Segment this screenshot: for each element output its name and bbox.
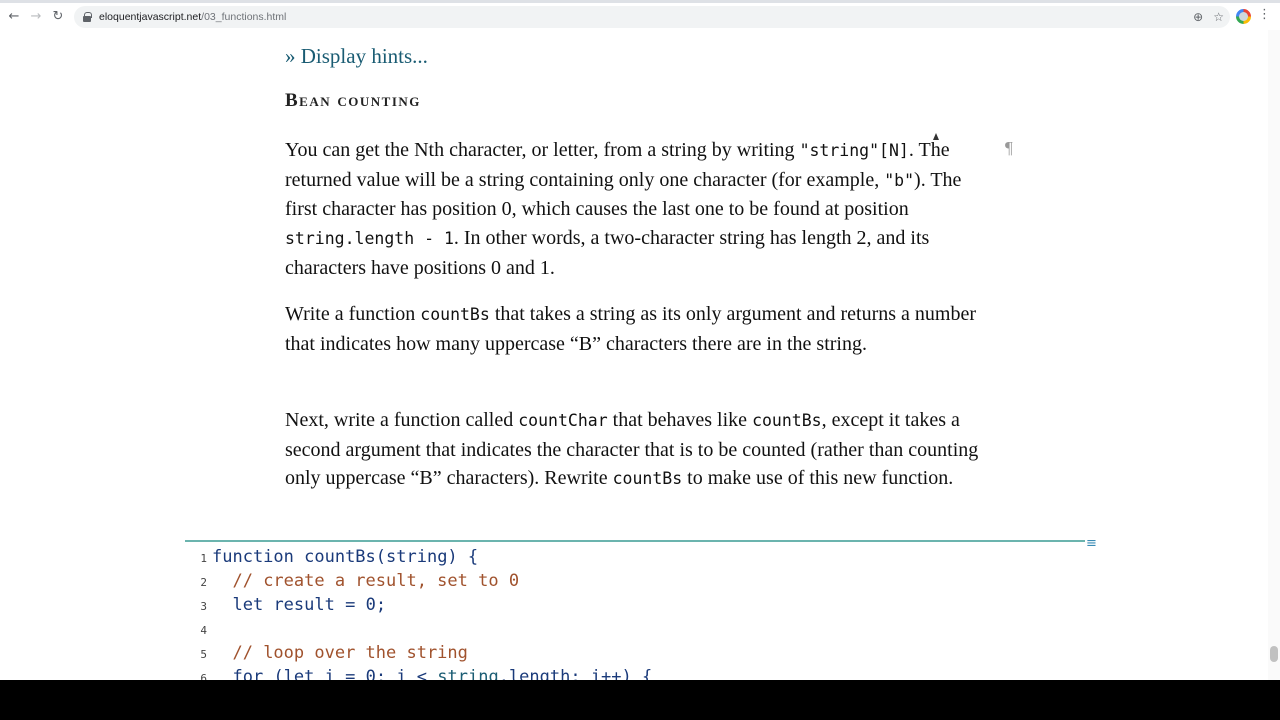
forward-icon[interactable]: → xyxy=(25,6,47,28)
code-text: (string) { xyxy=(375,547,479,567)
scrollbar[interactable] xyxy=(1268,30,1280,680)
line-number: 1 xyxy=(200,552,207,565)
browser-toolbar: ← → ↻ eloquentjavascript.net/03_function… xyxy=(0,0,1280,30)
code-keyword: function xyxy=(212,547,294,567)
code-text: ; xyxy=(375,595,387,615)
paragraph-countchar: Next, write a function called countChar … xyxy=(285,406,995,494)
code-number: 0 xyxy=(365,595,376,615)
code-text: = xyxy=(334,667,366,680)
reload-icon[interactable]: ↻ xyxy=(47,6,69,28)
p2-text-1: Write a function xyxy=(285,303,421,325)
code-number: 0 xyxy=(365,667,376,680)
p1-code-3: string.length - 1 xyxy=(285,229,454,249)
scrollbar-thumb[interactable] xyxy=(1270,646,1278,662)
code-identifier: result xyxy=(263,595,335,615)
code-comment: // loop over the string xyxy=(232,643,468,663)
profile-avatar[interactable] xyxy=(1236,9,1251,24)
code-identifier: i xyxy=(314,667,335,680)
line-number: 4 xyxy=(200,624,207,637)
line-number: 6 xyxy=(200,672,207,680)
code-text: = xyxy=(334,595,366,615)
browser-menu-icon[interactable]: ⋮ xyxy=(1258,7,1271,22)
url-text[interactable]: eloquentjavascript.net/03_functions.html xyxy=(99,11,286,23)
code-text: ; i < xyxy=(375,667,438,680)
code-line[interactable]: 6 for (let i = 0; i < string.length; i++… xyxy=(185,665,1085,680)
line-number: 3 xyxy=(200,600,207,613)
code-line[interactable]: 1 function countBs(string) { xyxy=(185,545,1085,569)
p3-text-4: to make use of this new function. xyxy=(682,467,954,490)
code-keyword: let xyxy=(283,667,315,680)
zoom-icon[interactable]: ⊕ xyxy=(1193,10,1203,24)
p3-code-3: countBs xyxy=(612,469,683,489)
url-host: eloquentjavascript.net xyxy=(99,11,202,23)
code-identifier: countBs xyxy=(293,547,376,567)
code-line[interactable]: 4 xyxy=(185,617,1085,641)
p1-code-1: "string"[N] xyxy=(799,141,909,160)
code-line[interactable]: 5 // loop over the string xyxy=(185,641,1085,665)
p1-text-1: You can get the Nth character, or letter… xyxy=(285,139,800,161)
code-line[interactable]: 3 let result = 0; xyxy=(185,593,1085,617)
bookmark-star-icon[interactable]: ☆ xyxy=(1213,10,1224,24)
address-bar[interactable]: eloquentjavascript.net/03_functions.html… xyxy=(74,6,1230,28)
paragraph-countbs: Write a function countBs that takes a st… xyxy=(285,300,995,358)
lock-icon[interactable] xyxy=(82,12,92,22)
line-number: 5 xyxy=(200,648,207,661)
section-heading: Bean counting xyxy=(285,90,421,111)
line-number: 2 xyxy=(200,576,207,589)
url-path: /03_functions.html xyxy=(201,11,287,23)
code-text: ( xyxy=(263,667,284,680)
code-comment: // create a result, set to 0 xyxy=(232,571,520,591)
code-editor-border xyxy=(185,540,1085,542)
mouse-cursor-icon xyxy=(933,133,939,140)
paragraph-string-indexing: You can get the Nth character, or letter… xyxy=(285,136,995,283)
p3-text-2: that behaves like xyxy=(607,409,753,431)
code-variable: string xyxy=(437,667,499,680)
p2-code-1: countBs xyxy=(420,305,490,324)
code-keyword: for xyxy=(232,667,264,680)
p1-code-2: "b" xyxy=(884,170,915,190)
page-viewport: » Display hints... Bean counting ¶ You c… xyxy=(0,30,1280,680)
code-line[interactable]: 2 // create a result, set to 0 xyxy=(185,569,1085,593)
back-icon[interactable]: ← xyxy=(3,6,25,28)
paragraph-anchor-icon[interactable]: ¶ xyxy=(1005,138,1013,158)
display-hints-link[interactable]: » Display hints... xyxy=(285,44,428,69)
p3-code-1: countChar xyxy=(518,411,608,430)
p3-text-1: Next, write a function called xyxy=(285,409,519,431)
code-keyword: let xyxy=(232,595,264,615)
p3-code-2: countBs xyxy=(752,411,822,430)
editor-menu-icon[interactable]: ≡ xyxy=(1086,536,1097,551)
code-text: .length; i++) { xyxy=(498,667,653,680)
